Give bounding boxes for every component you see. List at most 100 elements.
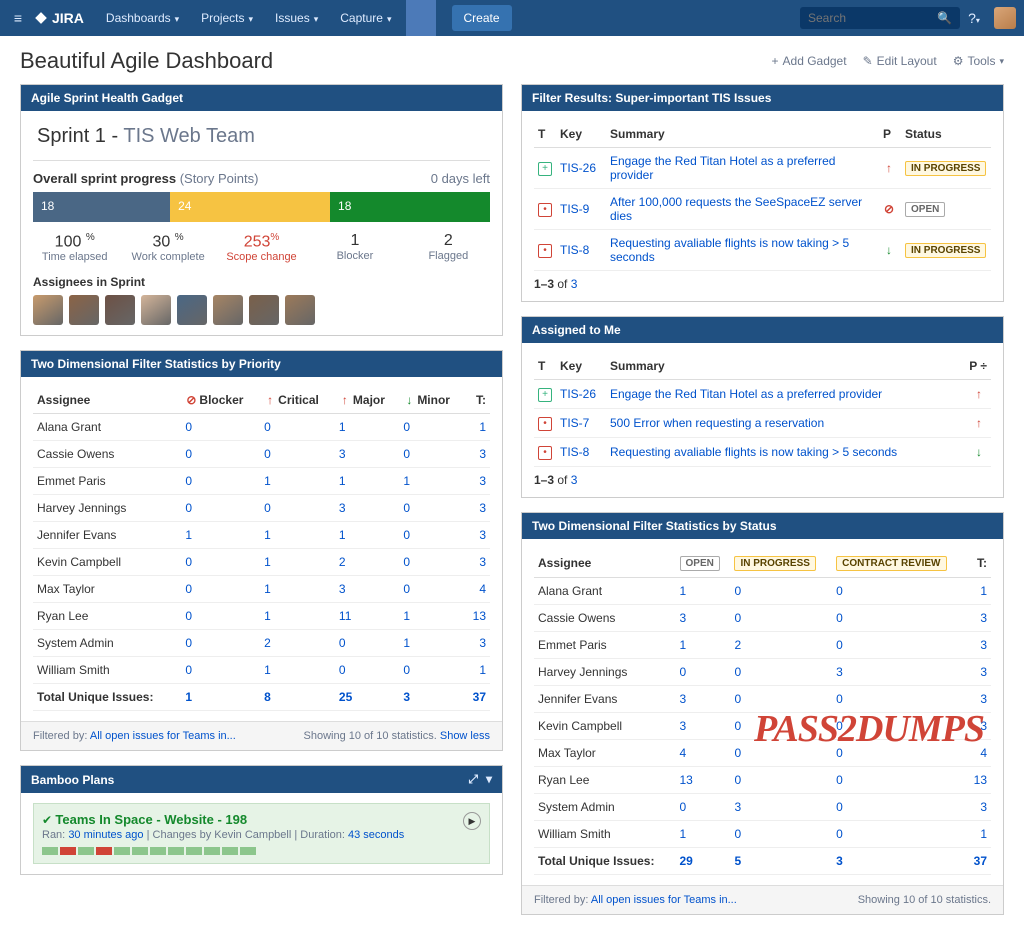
stat-scope: 253%Scope change — [220, 232, 303, 263]
gadget-header[interactable]: Two Dimensional Filter Statistics by Sta… — [522, 513, 1003, 539]
table-row[interactable]: +TIS-26Engage the Red Titan Hotel as a p… — [534, 380, 991, 409]
search-box[interactable]: 🔍 — [800, 7, 960, 29]
play-icon[interactable]: ▶ — [463, 812, 481, 830]
gadget-header[interactable]: Filter Results: Super-important TIS Issu… — [522, 85, 1003, 111]
blocker-icon: ⊘ — [185, 393, 197, 407]
table-row[interactable]: +TIS-26Engage the Red Titan Hotel as a p… — [534, 148, 991, 189]
edit-layout-button[interactable]: ✎ Edit Layout — [863, 54, 937, 68]
bamboo-gadget: Bamboo Plans ⤢▾ ✔ Teams In Space - Websi… — [20, 765, 503, 875]
table-row: Jennifer Evans11103 — [33, 522, 490, 549]
sprint-health-gadget: Agile Sprint Health Gadget Sprint 1 - TI… — [20, 84, 503, 336]
page-title: Beautiful Agile Dashboard — [20, 48, 273, 74]
build-square[interactable] — [204, 847, 220, 855]
build-square[interactable] — [114, 847, 130, 855]
avatar[interactable] — [141, 295, 171, 325]
table-row: Harvey Jennings0033 — [534, 659, 991, 686]
build-square[interactable] — [240, 847, 256, 855]
nav-dashboards[interactable]: Dashboards▾ — [96, 3, 189, 33]
table-row[interactable]: •TIS-8Requesting avaliable flights is no… — [534, 230, 991, 271]
issue-summary: Requesting avaliable flights is now taki… — [610, 445, 897, 459]
bug-icon: • — [538, 244, 552, 258]
build-square[interactable] — [78, 847, 94, 855]
create-button[interactable]: Create — [452, 5, 512, 31]
assigned-table: T Key Summary P ÷ +TIS-26Engage the Red … — [534, 353, 991, 467]
move-icon[interactable]: ⤢ — [468, 772, 478, 787]
tools-button[interactable]: ⚙ Tools ▾ — [953, 54, 1004, 68]
table-row: Max Taylor01304 — [33, 576, 490, 603]
minor-icon: ↓ — [403, 393, 415, 407]
filter-results-table: T Key Summary P Status +TIS-26Engage the… — [534, 121, 991, 271]
gadget-header[interactable]: Assigned to Me — [522, 317, 1003, 343]
profile-avatar[interactable] — [994, 7, 1016, 29]
build-square[interactable] — [42, 847, 58, 855]
nav-issues[interactable]: Issues▾ — [265, 3, 328, 33]
priority-up-icon: ↑ — [973, 416, 985, 430]
add-gadget-button[interactable]: + Add Gadget — [772, 54, 847, 68]
table-row[interactable]: •TIS-9After 100,000 requests the SeeSpac… — [534, 189, 991, 230]
priority-down-icon: ↓ — [973, 445, 985, 459]
table-row: Alana Grant1001 — [534, 578, 991, 605]
build-square[interactable] — [222, 847, 238, 855]
build-square[interactable] — [60, 847, 76, 855]
nav-capture[interactable]: Capture▾ — [330, 3, 401, 33]
bug-icon: • — [538, 417, 552, 431]
avatar[interactable] — [177, 295, 207, 325]
avatar[interactable] — [285, 295, 315, 325]
table-row: Cassie Owens3003 — [534, 605, 991, 632]
table-row: System Admin02013 — [33, 630, 490, 657]
avatar[interactable] — [213, 295, 243, 325]
assignees-heading: Assignees in Sprint — [33, 275, 490, 289]
gadget-header[interactable]: Bamboo Plans ⤢▾ — [21, 766, 502, 793]
chevron-down-icon[interactable]: ▾ — [486, 772, 492, 787]
menu-icon[interactable]: ≡ — [8, 10, 28, 26]
avatar[interactable] — [249, 295, 279, 325]
filter-link[interactable]: All open issues for Teams in... — [591, 894, 737, 906]
avatar[interactable] — [105, 295, 135, 325]
avatar[interactable] — [69, 295, 99, 325]
table-row[interactable]: •TIS-8Requesting avaliable flights is no… — [534, 438, 991, 467]
build-square[interactable] — [132, 847, 148, 855]
avatar[interactable] — [33, 295, 63, 325]
table-row: Kevin Campbell01203 — [33, 549, 490, 576]
major-icon: ↑ — [339, 393, 351, 407]
build-square[interactable] — [150, 847, 166, 855]
issue-key: TIS-8 — [560, 243, 589, 257]
help-icon[interactable]: ?▾ — [960, 10, 988, 26]
build-square[interactable] — [168, 847, 184, 855]
build-square[interactable] — [96, 847, 112, 855]
success-icon: ✔ — [42, 813, 52, 827]
bamboo-plan-item[interactable]: ✔ Teams In Space - Website - 198 ▶ Ran: … — [33, 803, 490, 864]
stat-elapsed: 100 %Time elapsed — [33, 232, 116, 263]
issue-summary: After 100,000 requests the SeeSpaceEZ se… — [610, 195, 862, 223]
show-less-link[interactable]: Show less — [440, 730, 490, 742]
issue-key: TIS-8 — [560, 445, 589, 459]
table-row: Emmet Paris1203 — [534, 632, 991, 659]
gadget-header[interactable]: Agile Sprint Health Gadget — [21, 85, 502, 111]
search-input[interactable] — [808, 11, 931, 25]
jira-logo[interactable]: JIRA — [34, 10, 84, 26]
build-history — [42, 847, 481, 855]
build-square[interactable] — [186, 847, 202, 855]
nav-projects[interactable]: Projects▾ — [191, 3, 263, 33]
table-row: William Smith01001 — [33, 657, 490, 684]
logo-text: JIRA — [52, 10, 84, 26]
table-row: Cassie Owens00303 — [33, 441, 490, 468]
filter-stats-priority-gadget: Two Dimensional Filter Statistics by Pri… — [20, 350, 503, 751]
table-row: Ryan Lee0111113 — [33, 603, 490, 630]
priority-up-icon: ↑ — [883, 161, 895, 175]
priority-stats-table: Assignee ⊘Blocker ↑Critical ↑Major ↓Mino… — [33, 387, 490, 711]
page-header: Beautiful Agile Dashboard + Add Gadget ✎… — [0, 36, 1024, 84]
plus-icon: + — [772, 54, 779, 68]
issue-key: TIS-9 — [560, 202, 589, 216]
table-row[interactable]: •TIS-7500 Error when requesting a reserv… — [534, 409, 991, 438]
stat-complete: 30 %Work complete — [126, 232, 209, 263]
status-badge: IN PROGRESS — [905, 161, 986, 176]
gadget-header[interactable]: Two Dimensional Filter Statistics by Pri… — [21, 351, 502, 377]
plan-title[interactable]: Teams In Space - Website - 198 — [55, 812, 247, 827]
table-row: System Admin0303 — [534, 794, 991, 821]
issue-key: TIS-26 — [560, 387, 596, 401]
days-left: 0 days left — [431, 171, 490, 186]
issue-summary: Engage the Red Titan Hotel as a preferre… — [610, 387, 882, 401]
filter-link[interactable]: All open issues for Teams in... — [90, 730, 236, 742]
priority-down-icon: ↓ — [883, 243, 895, 257]
